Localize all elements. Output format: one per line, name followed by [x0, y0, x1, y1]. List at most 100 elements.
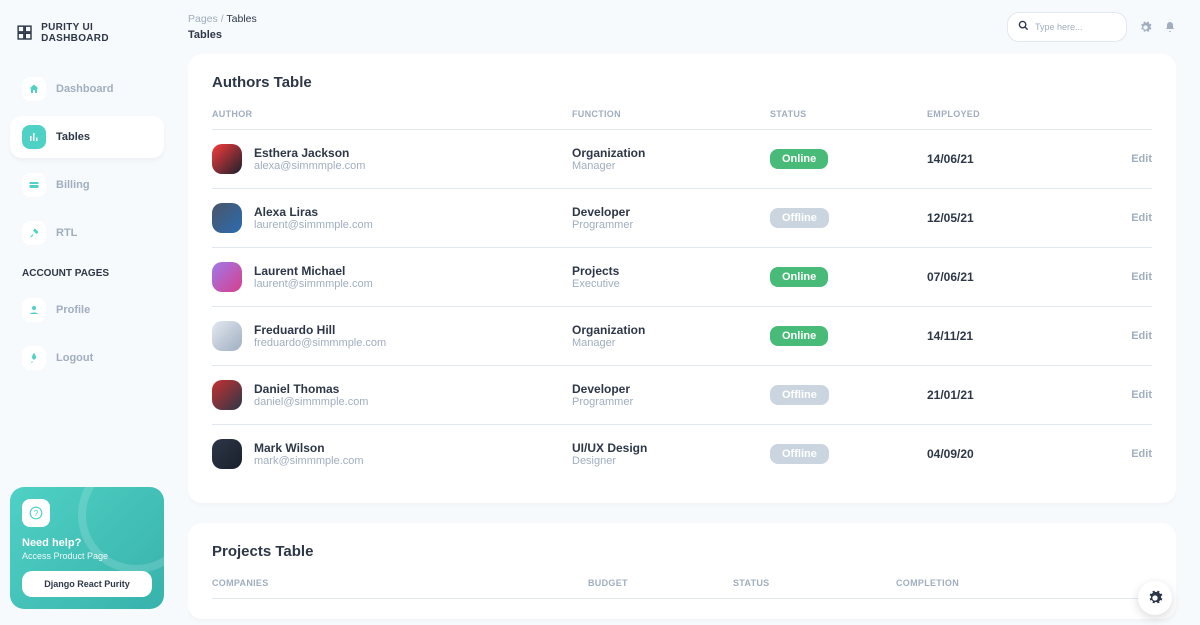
- help-subtitle: Access Product Page: [22, 551, 152, 561]
- col-function: FUNCTION: [572, 109, 770, 130]
- settings-icon[interactable]: [1139, 21, 1152, 34]
- topbar: Pages / Tables Tables: [188, 12, 1176, 42]
- author-name: Laurent Michael: [254, 264, 373, 278]
- card-icon: [22, 173, 46, 197]
- author-name: Alexa Liras: [254, 205, 373, 219]
- breadcrumb-root[interactable]: Pages: [188, 13, 218, 25]
- sidebar: PURITY UI DASHBOARD Dashboard Tables Bil…: [0, 0, 174, 625]
- question-icon: ?: [22, 499, 50, 527]
- edit-button[interactable]: Edit: [1072, 425, 1152, 484]
- help-card: ? Need help? Access Product Page Django …: [10, 487, 164, 609]
- search-input[interactable]: [1035, 22, 1116, 32]
- author-email: alexa@simmmple.com: [254, 160, 365, 172]
- sidebar-item-logout[interactable]: Logout: [10, 337, 164, 379]
- sidebar-item-profile[interactable]: Profile: [10, 289, 164, 331]
- logo-icon: [16, 24, 33, 42]
- col-status: STATUS: [733, 578, 896, 599]
- edit-button[interactable]: Edit: [1072, 366, 1152, 425]
- function-sub: Manager: [572, 160, 770, 172]
- avatar: [212, 439, 242, 469]
- sidebar-section-title: ACCOUNT PAGES: [10, 260, 164, 289]
- search-input-wrap[interactable]: [1007, 12, 1127, 42]
- sidebar-item-tables[interactable]: Tables: [10, 116, 164, 158]
- authors-table: AUTHOR FUNCTION STATUS EMPLOYED Esthera …: [212, 109, 1152, 483]
- rocket-icon: [22, 346, 46, 370]
- author-email: freduardo@simmmple.com: [254, 337, 386, 349]
- sidebar-item-rtl[interactable]: RTL: [10, 212, 164, 254]
- sidebar-item-label: Logout: [56, 352, 93, 364]
- svg-text:?: ?: [34, 509, 39, 518]
- employed-date: 14/11/21: [927, 329, 973, 343]
- function-title: Organization: [572, 323, 770, 337]
- breadcrumb-current: Tables: [226, 13, 256, 25]
- function-sub: Programmer: [572, 396, 770, 408]
- projects-table: COMPANIES BUDGET STATUS COMPLETION: [212, 578, 1152, 599]
- breadcrumb: Pages / Tables: [188, 13, 257, 25]
- table-row: Freduardo Hillfreduardo@simmmple.comOrga…: [212, 307, 1152, 366]
- authors-table-card: Authors Table AUTHOR FUNCTION STATUS EMP…: [188, 54, 1176, 503]
- sidebar-item-label: Dashboard: [56, 83, 113, 95]
- function-title: UI/UX Design: [572, 441, 770, 455]
- help-button[interactable]: Django React Purity: [22, 571, 152, 597]
- function-title: Projects: [572, 264, 770, 278]
- author-email: daniel@simmmple.com: [254, 396, 368, 408]
- sidebar-item-label: Tables: [56, 131, 90, 143]
- projects-table-card: Projects Table COMPANIES BUDGET STATUS C…: [188, 523, 1176, 619]
- function-title: Developer: [572, 205, 770, 219]
- search-icon: [1018, 18, 1029, 36]
- sidebar-item-label: RTL: [56, 227, 77, 239]
- employed-date: 21/01/21: [927, 388, 974, 402]
- employed-date: 07/06/21: [927, 270, 974, 284]
- employed-date: 12/05/21: [927, 211, 974, 225]
- brand-name: PURITY UI DASHBOARD: [41, 22, 158, 44]
- status-badge: Online: [770, 149, 828, 169]
- table-row: Alexa Liraslaurent@simmmple.comDeveloper…: [212, 189, 1152, 248]
- function-title: Organization: [572, 146, 770, 160]
- page-title: Tables: [188, 29, 257, 41]
- author-name: Esthera Jackson: [254, 146, 365, 160]
- stats-icon: [22, 125, 46, 149]
- main: Pages / Tables Tables Authors Table: [174, 0, 1200, 625]
- author-name: Daniel Thomas: [254, 382, 368, 396]
- col-employed: EMPLOYED: [927, 109, 1072, 130]
- tool-icon: [22, 221, 46, 245]
- bell-icon[interactable]: [1164, 21, 1176, 33]
- settings-fab[interactable]: [1138, 581, 1172, 615]
- col-budget: BUDGET: [588, 578, 733, 599]
- edit-button[interactable]: Edit: [1072, 307, 1152, 366]
- avatar: [212, 380, 242, 410]
- function-sub: Designer: [572, 455, 770, 467]
- home-icon: [22, 77, 46, 101]
- sidebar-item-label: Billing: [56, 179, 90, 191]
- avatar: [212, 144, 242, 174]
- help-title: Need help?: [22, 537, 152, 549]
- card-title: Authors Table: [212, 74, 1152, 91]
- avatar: [212, 321, 242, 351]
- status-badge: Offline: [770, 385, 829, 405]
- col-companies: COMPANIES: [212, 578, 588, 599]
- sidebar-item-billing[interactable]: Billing: [10, 164, 164, 206]
- function-sub: Programmer: [572, 219, 770, 231]
- col-author: AUTHOR: [212, 109, 572, 130]
- status-badge: Offline: [770, 208, 829, 228]
- function-title: Developer: [572, 382, 770, 396]
- table-row: Daniel Thomasdaniel@simmmple.com Develope…: [212, 366, 1152, 425]
- edit-button[interactable]: Edit: [1072, 189, 1152, 248]
- col-completion: COMPLETION: [896, 578, 1072, 599]
- employed-date: 04/09/20: [927, 447, 974, 461]
- avatar: [212, 203, 242, 233]
- table-row: Laurent Michaellaurent@simmmple.com Proje…: [212, 248, 1152, 307]
- status-badge: Online: [770, 267, 828, 287]
- sidebar-item-dashboard[interactable]: Dashboard: [10, 68, 164, 110]
- brand[interactable]: PURITY UI DASHBOARD: [10, 16, 164, 50]
- edit-button[interactable]: Edit: [1072, 130, 1152, 189]
- table-row: Esthera Jacksonalexa@simmmple.com Organiz…: [212, 130, 1152, 189]
- col-status: STATUS: [770, 109, 927, 130]
- edit-button[interactable]: Edit: [1072, 248, 1152, 307]
- employed-date: 14/06/21: [927, 152, 974, 166]
- card-title: Projects Table: [212, 543, 1152, 560]
- author-email: laurent@simmmple.com: [254, 278, 373, 290]
- user-icon: [22, 298, 46, 322]
- status-badge: Online: [770, 326, 828, 346]
- table-row: Mark Wilsonmark@simmmple.comUI/UX Design…: [212, 425, 1152, 484]
